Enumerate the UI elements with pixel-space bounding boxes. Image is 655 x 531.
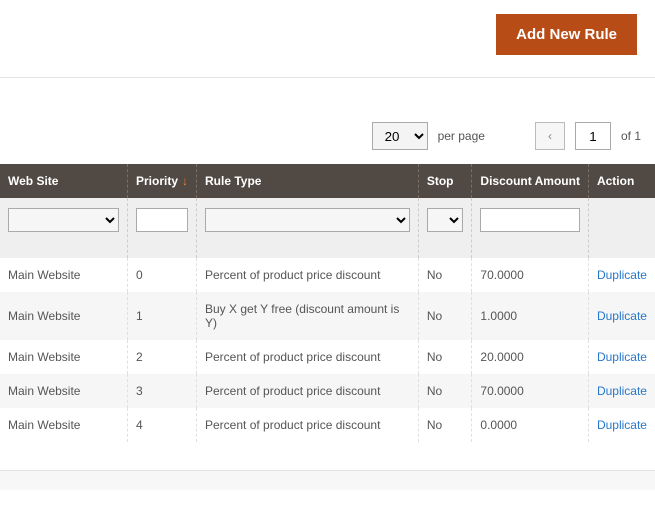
col-header-priority[interactable]: Priority↓ (127, 164, 196, 198)
cell-priority: 3 (127, 374, 196, 408)
filter-stop-select[interactable] (427, 208, 464, 232)
filter-discount-input[interactable] (480, 208, 580, 232)
col-header-stop[interactable]: Stop (418, 164, 472, 198)
filter-website-select[interactable] (8, 208, 119, 232)
pager: 20 per page ‹ of 1 (0, 78, 655, 164)
table-row[interactable]: Main Website2Percent of product price di… (0, 340, 655, 374)
filter-rule-type-select[interactable] (205, 208, 410, 232)
sort-asc-icon: ↓ (182, 174, 188, 188)
cell-website: Main Website (0, 292, 127, 340)
cell-priority: 0 (127, 258, 196, 292)
table-row[interactable]: Main Website4Percent of product price di… (0, 408, 655, 442)
cell-action: Duplicate (588, 340, 655, 374)
cell-discount: 70.0000 (472, 374, 589, 408)
pager-of-label: of 1 (621, 129, 641, 143)
page-size-select[interactable]: 20 (372, 122, 428, 150)
cell-discount: 1.0000 (472, 292, 589, 340)
cell-action: Duplicate (588, 258, 655, 292)
add-new-rule-button[interactable]: Add New Rule (496, 14, 637, 55)
cell-website: Main Website (0, 374, 127, 408)
col-header-discount[interactable]: Discount Amount (472, 164, 589, 198)
cell-rule_type: Buy X get Y free (discount amount is Y) (197, 292, 419, 340)
cell-website: Main Website (0, 408, 127, 442)
cell-rule_type: Percent of product price discount (197, 374, 419, 408)
duplicate-link[interactable]: Duplicate (597, 350, 647, 364)
col-header-action: Action (588, 164, 655, 198)
cell-action: Duplicate (588, 408, 655, 442)
current-page-input[interactable] (575, 122, 611, 150)
footer-bar (0, 470, 655, 490)
duplicate-link[interactable]: Duplicate (597, 384, 647, 398)
col-header-website[interactable]: Web Site (0, 164, 127, 198)
table-row[interactable]: Main Website0Percent of product price di… (0, 258, 655, 292)
cell-priority: 4 (127, 408, 196, 442)
top-toolbar: Add New Rule (0, 0, 655, 78)
cell-discount: 20.0000 (472, 340, 589, 374)
duplicate-link[interactable]: Duplicate (597, 268, 647, 282)
duplicate-link[interactable]: Duplicate (597, 309, 647, 323)
filter-priority-input[interactable] (136, 208, 188, 232)
cell-website: Main Website (0, 340, 127, 374)
cell-stop: No (418, 292, 472, 340)
rules-grid: Web Site Priority↓ Rule Type Stop Discou… (0, 164, 655, 442)
cell-discount: 0.0000 (472, 408, 589, 442)
duplicate-link[interactable]: Duplicate (597, 418, 647, 432)
cell-priority: 2 (127, 340, 196, 374)
cell-action: Duplicate (588, 292, 655, 340)
cell-stop: No (418, 374, 472, 408)
cell-website: Main Website (0, 258, 127, 292)
cell-stop: No (418, 340, 472, 374)
cell-stop: No (418, 258, 472, 292)
cell-action: Duplicate (588, 374, 655, 408)
col-header-rule-type[interactable]: Rule Type (197, 164, 419, 198)
prev-page-button[interactable]: ‹ (535, 122, 565, 150)
cell-priority: 1 (127, 292, 196, 340)
cell-rule_type: Percent of product price discount (197, 258, 419, 292)
chevron-left-icon: ‹ (548, 129, 552, 143)
cell-rule_type: Percent of product price discount (197, 340, 419, 374)
per-page-label: per page (438, 129, 485, 143)
cell-discount: 70.0000 (472, 258, 589, 292)
cell-stop: No (418, 408, 472, 442)
table-row[interactable]: Main Website1Buy X get Y free (discount … (0, 292, 655, 340)
table-row[interactable]: Main Website3Percent of product price di… (0, 374, 655, 408)
cell-rule_type: Percent of product price discount (197, 408, 419, 442)
